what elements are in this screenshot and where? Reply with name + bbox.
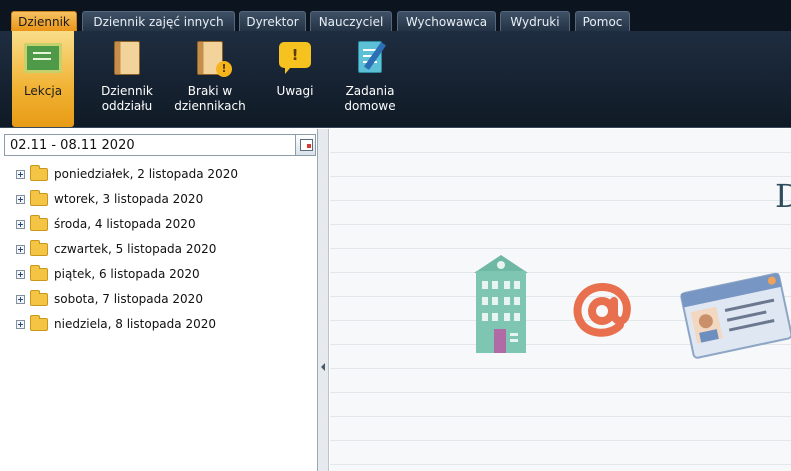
lekcja-label: Lekcja <box>23 84 63 98</box>
tab-nauczyciel[interactable]: Nauczyciel <box>310 11 392 31</box>
tree-item-label: sobota, 7 listopada 2020 <box>54 292 203 306</box>
lekcja-button[interactable]: Lekcja <box>12 31 74 127</box>
tab-dyrektor[interactable]: Dyrektor <box>239 11 306 31</box>
tree-item-czwartek[interactable]: czwartek, 5 listopada 2020 <box>0 237 316 262</box>
uwagi-label: Uwagi <box>276 84 314 98</box>
folder-icon <box>30 215 48 231</box>
tab-dziennik[interactable]: Dziennik <box>11 11 77 31</box>
heading-partial: D <box>775 177 791 215</box>
braki-w-dziennikach-label: Braki w dziennikach <box>174 84 246 113</box>
tab-pomoc[interactable]: Pomoc <box>575 11 630 31</box>
braki-w-dziennikach-button[interactable]: ! Braki w dziennikach <box>170 31 250 127</box>
expand-icon[interactable] <box>16 320 25 329</box>
tree-item-label: poniedziałek, 2 listopada 2020 <box>54 167 238 181</box>
tree-item-piatek[interactable]: piątek, 6 listopada 2020 <box>0 262 316 287</box>
folder-icon <box>30 240 48 256</box>
ribbon-toolbar: Lekcja Dziennik oddziału ! Braki w dzien… <box>0 31 791 128</box>
exclamation-bubble-icon: ! <box>273 39 317 79</box>
id-card-icon <box>680 272 791 359</box>
dziennik-oddzialu-label: Dziennik oddziału <box>101 84 153 113</box>
tree-item-poniedzialek[interactable]: poniedziałek, 2 listopada 2020 <box>0 162 316 187</box>
date-range-field[interactable]: 02.11 - 08.11 2020 <box>4 134 316 156</box>
expand-icon[interactable] <box>16 220 25 229</box>
calendar-icon[interactable] <box>295 135 315 155</box>
book-icon <box>105 39 149 79</box>
week-tree-panel: 02.11 - 08.11 2020 poniedziałek, 2 listo… <box>0 129 318 471</box>
book-warning-icon: ! <box>188 39 232 79</box>
zadania-domowe-button[interactable]: Zadania domowe <box>336 31 404 127</box>
zadania-domowe-label: Zadania domowe <box>344 84 396 113</box>
date-range-text: 02.11 - 08.11 2020 <box>10 137 135 153</box>
uwagi-button[interactable]: ! Uwagi <box>266 31 324 127</box>
tree-item-niedziela[interactable]: niedziela, 8 listopada 2020 <box>0 312 316 337</box>
folder-icon <box>30 165 48 181</box>
expand-icon[interactable] <box>16 295 25 304</box>
tree-item-label: niedziela, 8 listopada 2020 <box>54 317 216 331</box>
tree-item-label: czwartek, 5 listopada 2020 <box>54 242 217 256</box>
expand-icon[interactable] <box>16 170 25 179</box>
at-sign-icon <box>573 282 631 337</box>
collapse-arrow-icon[interactable] <box>321 363 325 371</box>
folder-icon <box>30 265 48 281</box>
tree-item-label: wtorek, 3 listopada 2020 <box>54 192 204 206</box>
folder-icon <box>30 315 48 331</box>
folder-icon <box>30 290 48 306</box>
chalkboard-icon <box>21 39 65 79</box>
day-tree: poniedziałek, 2 listopada 2020 wtorek, 3… <box>0 162 316 337</box>
notepad-pen-icon <box>348 39 392 79</box>
tree-item-label: środa, 4 listopada 2020 <box>54 217 196 231</box>
tree-item-sobota[interactable]: sobota, 7 listopada 2020 <box>0 287 316 312</box>
expand-icon[interactable] <box>16 195 25 204</box>
dziennik-oddzialu-button[interactable]: Dziennik oddziału <box>88 31 166 127</box>
tree-item-label: piątek, 6 listopada 2020 <box>54 267 200 281</box>
folder-icon <box>30 190 48 206</box>
tree-item-sroda[interactable]: środa, 4 listopada 2020 <box>0 212 316 237</box>
building-icon <box>474 255 528 353</box>
tab-dziennik-zajec-innych[interactable]: Dziennik zajęć innych <box>82 11 235 31</box>
expand-icon[interactable] <box>16 270 25 279</box>
content-panel: D <box>330 129 791 471</box>
panel-splitter[interactable] <box>318 129 329 471</box>
tree-item-wtorek[interactable]: wtorek, 3 listopada 2020 <box>0 187 316 212</box>
main-menu-bar: Dziennik Dziennik zajęć innych Dyrektor … <box>0 0 791 31</box>
expand-icon[interactable] <box>16 245 25 254</box>
tab-wychowawca[interactable]: Wychowawca <box>397 11 496 31</box>
tab-wydruki[interactable]: Wydruki <box>500 11 570 31</box>
